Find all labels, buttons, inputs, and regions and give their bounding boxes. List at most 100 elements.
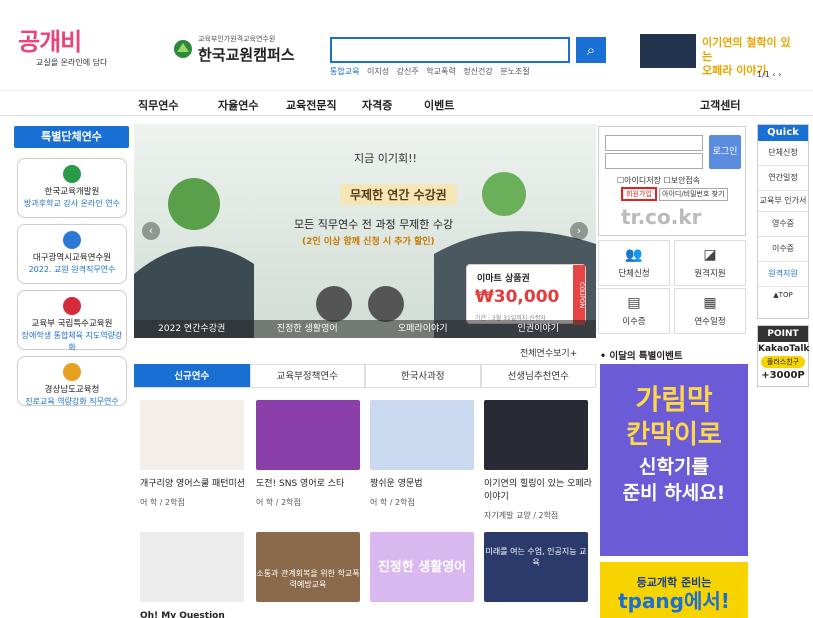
banner-pager[interactable]: 1/1 ‹ ›: [757, 70, 781, 79]
search-button[interactable]: ⌕: [576, 37, 606, 63]
site-logo-campus[interactable]: 교육부인가원격교육연수원 한국교원캠퍼스: [172, 34, 322, 64]
quick-item[interactable]: 단체신청: [758, 141, 808, 166]
daegu-logo-icon: [63, 231, 81, 249]
nav-item[interactable]: 고객센터: [700, 97, 740, 113]
course-thumbnail: [140, 532, 244, 602]
banner-tabs: 2022 연간수강권 진정한 생활영어 오페라이야기 인권이야기: [134, 320, 596, 338]
quick-item[interactable]: 영수증: [758, 212, 808, 237]
nav-item[interactable]: 이벤트: [424, 97, 454, 113]
search-icon: ⌕: [586, 41, 596, 59]
moe-logo-icon: [63, 297, 81, 315]
banner-prev-button[interactable]: ‹: [142, 222, 160, 240]
gyeongnam-logo-icon: [63, 363, 81, 381]
quick-item[interactable]: 이수증: [758, 237, 808, 262]
id-field[interactable]: [605, 135, 703, 151]
site-logo-gongkaebi[interactable]: 공개비 교실을 온라인에 담다: [18, 22, 136, 72]
logo-title: 공개비: [18, 28, 82, 56]
course-tabs: 신규연수 교육부정책연수 한국사과정 선생님추천연수: [134, 364, 596, 388]
tab-history[interactable]: 한국사과정: [365, 364, 481, 387]
main-nav: 직무연수 자율연수 교육전문직 자격증 이벤트 고객센터: [0, 90, 813, 116]
tab-policy[interactable]: 교육부정책연수: [249, 364, 365, 387]
special-group-title: 특별단체연수: [14, 126, 129, 148]
quick-item[interactable]: 연간일정: [758, 166, 808, 191]
group-item-daegu[interactable]: 대구광역시교육연수원 2022. 교원 원격직무연수: [17, 224, 127, 284]
event-banner-2[interactable]: 등교개학 준비는 tpang에서!: [600, 562, 748, 618]
course-card[interactable]: 이기연의 힐링이 있는 오페라이야기 자기계발 교양 / 2학점: [484, 400, 592, 521]
login-button[interactable]: 로그인: [709, 135, 741, 169]
group-item-gyeongnam[interactable]: 경상남도교육청 진로교육 역량강화 직무연수: [17, 356, 127, 406]
plus-friend-badge: 플러스친구: [761, 356, 805, 368]
password-field[interactable]: [605, 153, 703, 169]
tab-new[interactable]: 신규연수: [134, 364, 250, 387]
point-amount: +3000P: [761, 370, 805, 381]
event-header: • 이달의 특별이벤트: [600, 351, 683, 362]
banner-line3: 모든 직무연수 전 과정 무제한 수강: [294, 218, 454, 231]
course-thumbnail: 미래를 여는 수업, 인공지능 교육: [484, 532, 588, 602]
quick-certificate[interactable]: ▤ 이수증: [598, 288, 670, 334]
quick-title: Quick: [758, 125, 808, 141]
logo-small-text: 교육부인가원격교육연수원: [198, 34, 276, 43]
course-thumbnail: [256, 400, 360, 470]
course-card[interactable]: 짱쉬운 영문법 어 학 / 2학점: [370, 400, 478, 508]
quick-menu: Quick 단체신청 연간일정 교육부 인가서 영수증 이수증 원격지원 ▲TO…: [757, 124, 809, 319]
short-url: tr.co.kr: [621, 205, 702, 229]
keyword[interactable]: 강신주: [397, 67, 419, 76]
group-item-nise[interactable]: 교육부 국립특수교육원 장애학생 통합체육 지도역량강화: [17, 290, 127, 352]
document-icon: ▤: [627, 295, 641, 311]
tab-recommended[interactable]: 선생님추천연수: [480, 364, 596, 387]
banner-line4: (2인 이상 함께 신청 시 추가 할인): [302, 237, 435, 247]
nav-item[interactable]: 교육전문직: [286, 97, 337, 113]
nav-item[interactable]: 자율연수: [218, 97, 258, 113]
keyword[interactable]: 이지성: [367, 67, 389, 76]
banner-tab[interactable]: 2022 연간수강권: [134, 320, 250, 338]
main-banner[interactable]: 지금 이기회!! 무제한 연간 수강권 모든 직무연수 전 과정 무제한 수강 …: [134, 124, 596, 338]
secure-checkbox[interactable]: ☐: [664, 176, 671, 185]
calendar-icon: ▦: [703, 295, 717, 311]
view-all-link[interactable]: 전체연수보기+: [520, 346, 577, 359]
point-box[interactable]: POINT KakaoTalk 플러스친구 +3000P: [757, 325, 809, 387]
banner-tab[interactable]: 인권이야기: [481, 320, 597, 338]
keyword[interactable]: 학교폭력: [426, 67, 455, 76]
course-card[interactable]: 개구리양 영어스쿨 패턴미션 어 학 / 2학점: [140, 400, 248, 508]
quick-group-apply[interactable]: 👥 단체신청: [598, 240, 670, 286]
course-card[interactable]: 도전! SNS 영어로 스타 어 학 / 2학점: [256, 400, 364, 508]
course-thumbnail: [140, 400, 244, 470]
login-options: ☐아이디저장 ☐보안접속: [617, 176, 701, 185]
keyword-list: 통합교육 이지성 강신주 학교폭력 정신건강 분노조절: [330, 66, 600, 77]
top-button[interactable]: ▲TOP: [758, 287, 808, 303]
banner-scroll-title: 무제한 연간 수강권: [340, 184, 457, 205]
course-card[interactable]: 소통과 관계회복을 위한 학교폭력예방교육: [256, 532, 364, 602]
top-banner[interactable]: 이기연의 철학이 있는 오페라 이야기: [640, 34, 792, 77]
quick-item[interactable]: 교육부 인가서: [758, 191, 808, 212]
logo-subtitle: 교실을 온라인에 담다: [36, 58, 108, 67]
join-button[interactable]: 회원가입: [621, 187, 657, 201]
group-item-kedi[interactable]: 한국교육개발원 방과후학교 강사 온라인 연수: [17, 158, 127, 218]
login-box: 로그인 ☐아이디저장 ☐보안접속 회원가입 아이디/비밀번호 찾기 tr.co.…: [598, 126, 746, 236]
keyword[interactable]: 통합교육: [330, 67, 359, 76]
banner-next-button[interactable]: ›: [570, 222, 588, 240]
nav-item[interactable]: 자격증: [362, 97, 392, 113]
quick-schedule[interactable]: ▦ 연수일정: [674, 288, 746, 334]
course-card[interactable]: 미래를 여는 수업, 인공지능 교육: [484, 532, 592, 602]
keyword[interactable]: 정신건강: [463, 67, 492, 76]
quick-item[interactable]: 원격지원: [758, 262, 808, 287]
banner-tab[interactable]: 오페라이야기: [365, 320, 481, 338]
quick-remote-support[interactable]: ◪ 원격지원: [674, 240, 746, 286]
course-thumbnail: 소통과 관계회복을 위한 학교폭력예방교육: [256, 532, 360, 602]
logo-main-text: 한국교원캠퍼스: [198, 45, 295, 64]
course-thumbnail: [484, 400, 588, 470]
find-account-button[interactable]: 아이디/비밀번호 찾기: [659, 188, 728, 201]
course-card[interactable]: 진정한 생활영어: [370, 532, 478, 602]
banner-tab[interactable]: 진정한 생활영어: [250, 320, 366, 338]
banner-photo: [640, 34, 696, 68]
keyword[interactable]: 분노조절: [500, 67, 529, 76]
kakaotalk-label: KakaoTalk: [758, 344, 810, 354]
event-banner[interactable]: 가림막 칸막이로 신학기를 준비 하세요!: [600, 364, 748, 556]
quick-grid: 👥 단체신청 ◪ 원격지원 ▤ 이수증 ▦ 연수일정: [598, 240, 746, 336]
course-thumbnail: 진정한 생활영어: [370, 532, 474, 602]
search-input[interactable]: [330, 37, 570, 63]
remote-icon: ◪: [703, 247, 717, 263]
nav-item[interactable]: 직무연수: [138, 97, 178, 113]
kedi-logo-icon: [63, 165, 81, 183]
course-card[interactable]: Oh! My Question: [140, 532, 248, 618]
